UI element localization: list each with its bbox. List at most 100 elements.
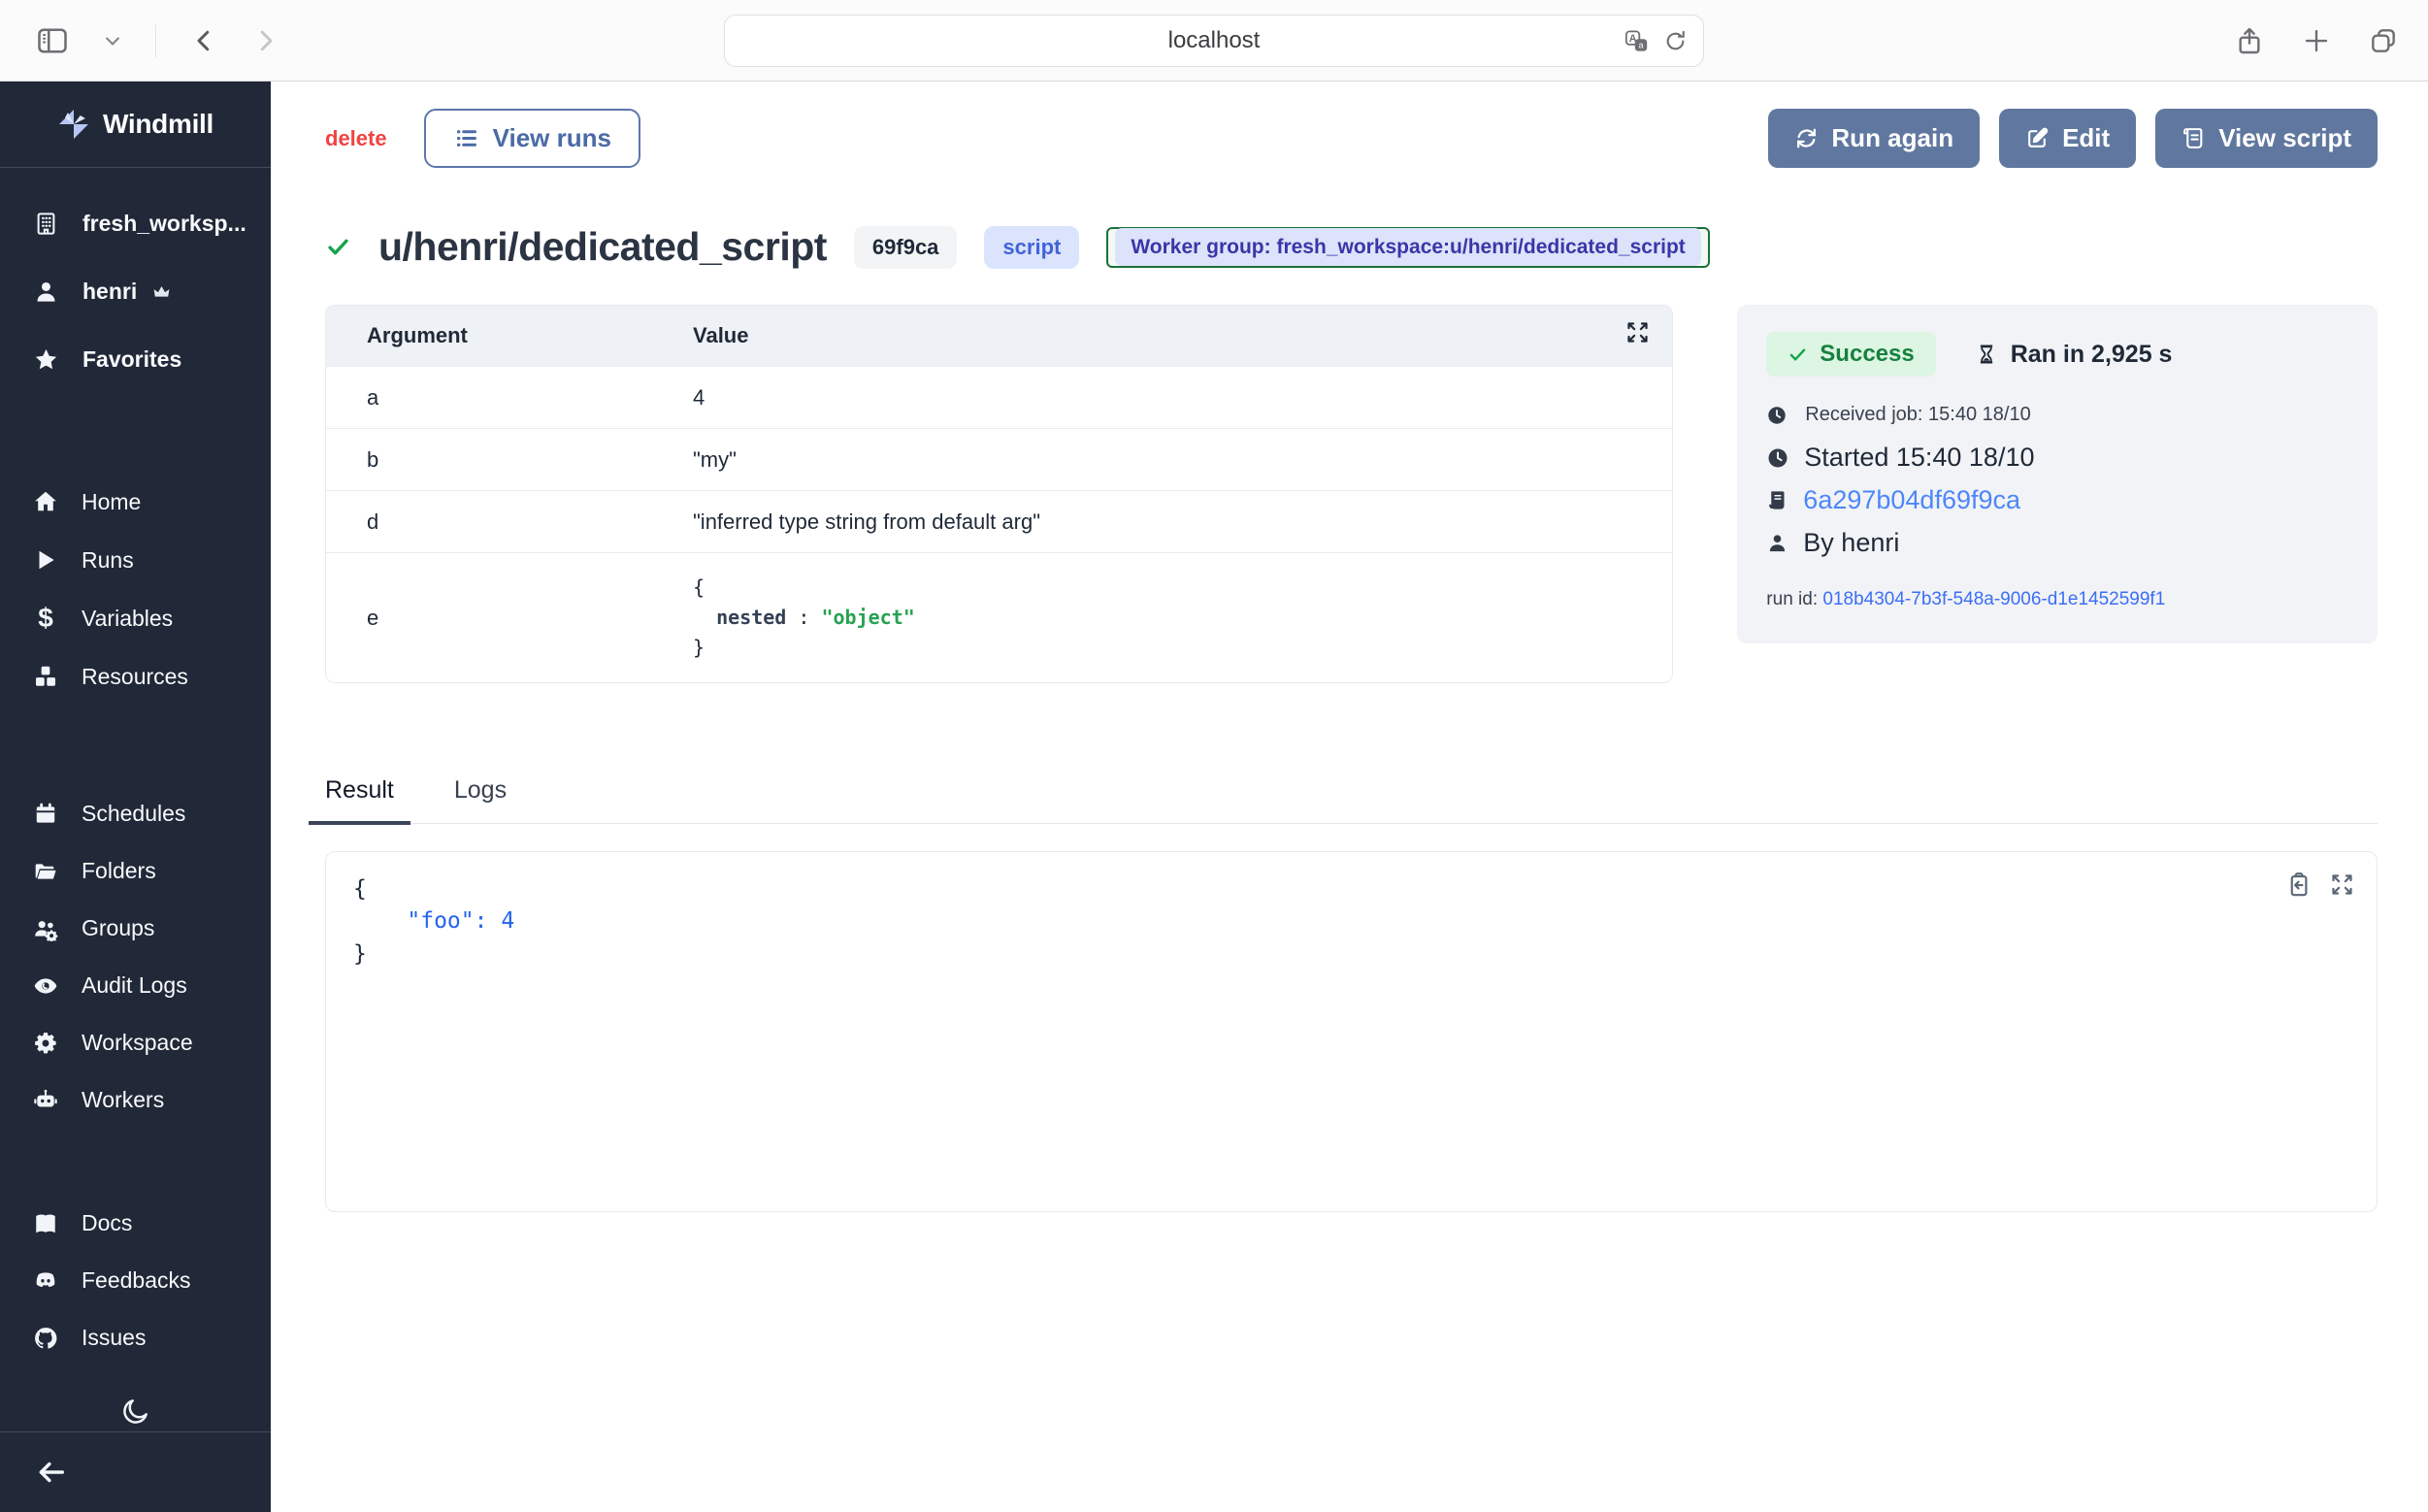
json-indent bbox=[353, 908, 407, 934]
browser-toolbar: localhost A a bbox=[0, 0, 2428, 82]
boxes-icon bbox=[33, 664, 58, 689]
sidebar-toggle-icon[interactable] bbox=[35, 23, 70, 58]
arg-name: d bbox=[326, 509, 693, 535]
json-open-brace: { bbox=[353, 876, 367, 902]
building-icon bbox=[33, 211, 59, 237]
gear-icon bbox=[33, 1031, 58, 1056]
users-gear-icon bbox=[33, 916, 58, 941]
sidebar-item-resources[interactable]: Resources bbox=[0, 647, 271, 706]
sidebar-item-workspace-settings[interactable]: Workspace bbox=[0, 1014, 271, 1071]
nav-label: Workers bbox=[82, 1087, 164, 1113]
tab-logs[interactable]: Logs bbox=[438, 776, 523, 823]
script-scroll-icon bbox=[1766, 489, 1788, 511]
expand-table-icon[interactable] bbox=[1624, 319, 1651, 345]
nav-label: Runs bbox=[82, 547, 134, 574]
edit-button[interactable]: Edit bbox=[1999, 109, 2136, 168]
duration-label: Ran in 2,925 s bbox=[2011, 341, 2173, 369]
json-string-value: "object" bbox=[821, 606, 914, 629]
brand-name: Windmill bbox=[103, 109, 213, 140]
check-icon bbox=[1788, 345, 1808, 365]
book-icon bbox=[33, 1211, 58, 1236]
column-argument: Argument bbox=[326, 323, 693, 348]
worker-group-badge: Worker group: fresh_workspace:u/henri/de… bbox=[1106, 227, 1709, 268]
run-id-link[interactable]: 018b4304-7b3f-548a-9006-d1e1452599f1 bbox=[1822, 589, 2165, 609]
edit-pencil-icon bbox=[2025, 126, 2050, 150]
table-header: Argument Value bbox=[326, 306, 1672, 366]
sidebar-item-schedules[interactable]: Schedules bbox=[0, 785, 271, 842]
clock-icon bbox=[1766, 446, 1789, 470]
dollar-icon: $ bbox=[33, 603, 58, 634]
json-open-brace: { bbox=[693, 575, 705, 599]
sidebar-item-user[interactable]: henri bbox=[0, 257, 271, 325]
title-row: u/henri/dedicated_script 69f9ca script W… bbox=[325, 224, 2378, 270]
sidebar-item-folders[interactable]: Folders bbox=[0, 842, 271, 900]
nav-label: Docs bbox=[82, 1210, 132, 1236]
dark-mode-moon-icon[interactable] bbox=[120, 1396, 151, 1427]
collapse-sidebar-icon[interactable] bbox=[35, 1456, 68, 1489]
github-icon bbox=[33, 1326, 58, 1351]
success-check-icon bbox=[325, 234, 351, 260]
copy-clipboard-icon[interactable] bbox=[2285, 871, 2312, 898]
svg-text:a: a bbox=[1638, 40, 1643, 49]
table-row: d "inferred type string from default arg… bbox=[326, 490, 1672, 552]
json-key: "foo": bbox=[407, 908, 487, 934]
back-icon[interactable] bbox=[189, 26, 218, 55]
json-close-brace: } bbox=[353, 941, 367, 967]
reload-icon[interactable] bbox=[1663, 29, 1688, 53]
clock-icon bbox=[1766, 405, 1788, 426]
nav-label: Workspace bbox=[82, 1030, 193, 1056]
nav-label: Home bbox=[82, 489, 141, 515]
nav-label: Schedules bbox=[82, 801, 185, 827]
sidebar-item-workers[interactable]: Workers bbox=[0, 1071, 271, 1129]
nav-label: Feedbacks bbox=[82, 1267, 191, 1294]
sidebar-item-favorites[interactable]: Favorites bbox=[0, 325, 271, 393]
windmill-brand[interactable]: Windmill bbox=[0, 82, 271, 168]
run-info-panel: Success Ran in 2,925 s Received bbox=[1737, 305, 2378, 643]
sidebar-item-groups[interactable]: Groups bbox=[0, 900, 271, 957]
chevron-down-icon[interactable] bbox=[103, 31, 122, 50]
main-content: delete View runs Run again bbox=[271, 82, 2428, 1512]
sidebar-item-runs[interactable]: Runs bbox=[0, 531, 271, 589]
crown-icon bbox=[152, 282, 171, 301]
nav-label: Audit Logs bbox=[82, 972, 187, 999]
arg-name: a bbox=[326, 385, 693, 411]
sidebar-item-audit-logs[interactable]: Audit Logs bbox=[0, 957, 271, 1014]
share-icon[interactable] bbox=[2234, 25, 2265, 56]
hourglass-icon bbox=[1975, 343, 1998, 366]
sidebar-item-home[interactable]: Home bbox=[0, 473, 271, 531]
list-icon bbox=[453, 125, 479, 151]
address-bar[interactable]: localhost A a bbox=[724, 15, 1704, 67]
favorites-label: Favorites bbox=[82, 346, 181, 373]
refresh-icon bbox=[1794, 126, 1819, 150]
hash-badge: 69f9ca bbox=[854, 226, 958, 269]
nav-label: Issues bbox=[82, 1325, 146, 1351]
delete-button[interactable]: delete bbox=[325, 126, 387, 151]
arg-value: 4 bbox=[693, 385, 1672, 411]
author-line: By henri bbox=[1766, 528, 2348, 558]
expand-result-icon[interactable] bbox=[2329, 871, 2355, 898]
arg-value-json: { nested : "object" } bbox=[693, 559, 1672, 676]
eye-icon bbox=[33, 973, 58, 999]
tab-result[interactable]: Result bbox=[309, 776, 410, 825]
json-close-brace: } bbox=[693, 636, 705, 659]
translate-icon[interactable]: A a bbox=[1624, 28, 1650, 54]
calendar-icon bbox=[33, 802, 58, 827]
folder-open-icon bbox=[33, 859, 58, 884]
run-again-button[interactable]: Run again bbox=[1768, 109, 1980, 168]
new-tab-icon[interactable] bbox=[2302, 26, 2331, 55]
job-id-link[interactable]: 6a297b04df69f9ca bbox=[1803, 485, 2020, 515]
tab-overview-icon[interactable] bbox=[2368, 25, 2399, 56]
sidebar-item-issues[interactable]: Issues bbox=[0, 1309, 271, 1366]
home-icon bbox=[33, 489, 58, 514]
view-script-button[interactable]: View script bbox=[2155, 109, 2378, 168]
sidebar-item-workspace-switcher[interactable]: fresh_worksp... bbox=[0, 189, 271, 257]
started-label: Started 15:40 18/10 bbox=[1804, 443, 2034, 473]
view-runs-button[interactable]: View runs bbox=[424, 109, 640, 168]
job-id-line: 6a297b04df69f9ca bbox=[1766, 485, 2348, 515]
play-icon bbox=[33, 547, 58, 573]
sidebar-item-variables[interactable]: $ Variables bbox=[0, 589, 271, 647]
sidebar-item-feedbacks[interactable]: Feedbacks bbox=[0, 1252, 271, 1309]
view-runs-label: View runs bbox=[493, 123, 611, 153]
sidebar-item-docs[interactable]: Docs bbox=[0, 1195, 271, 1252]
url-text: localhost bbox=[1168, 27, 1261, 54]
